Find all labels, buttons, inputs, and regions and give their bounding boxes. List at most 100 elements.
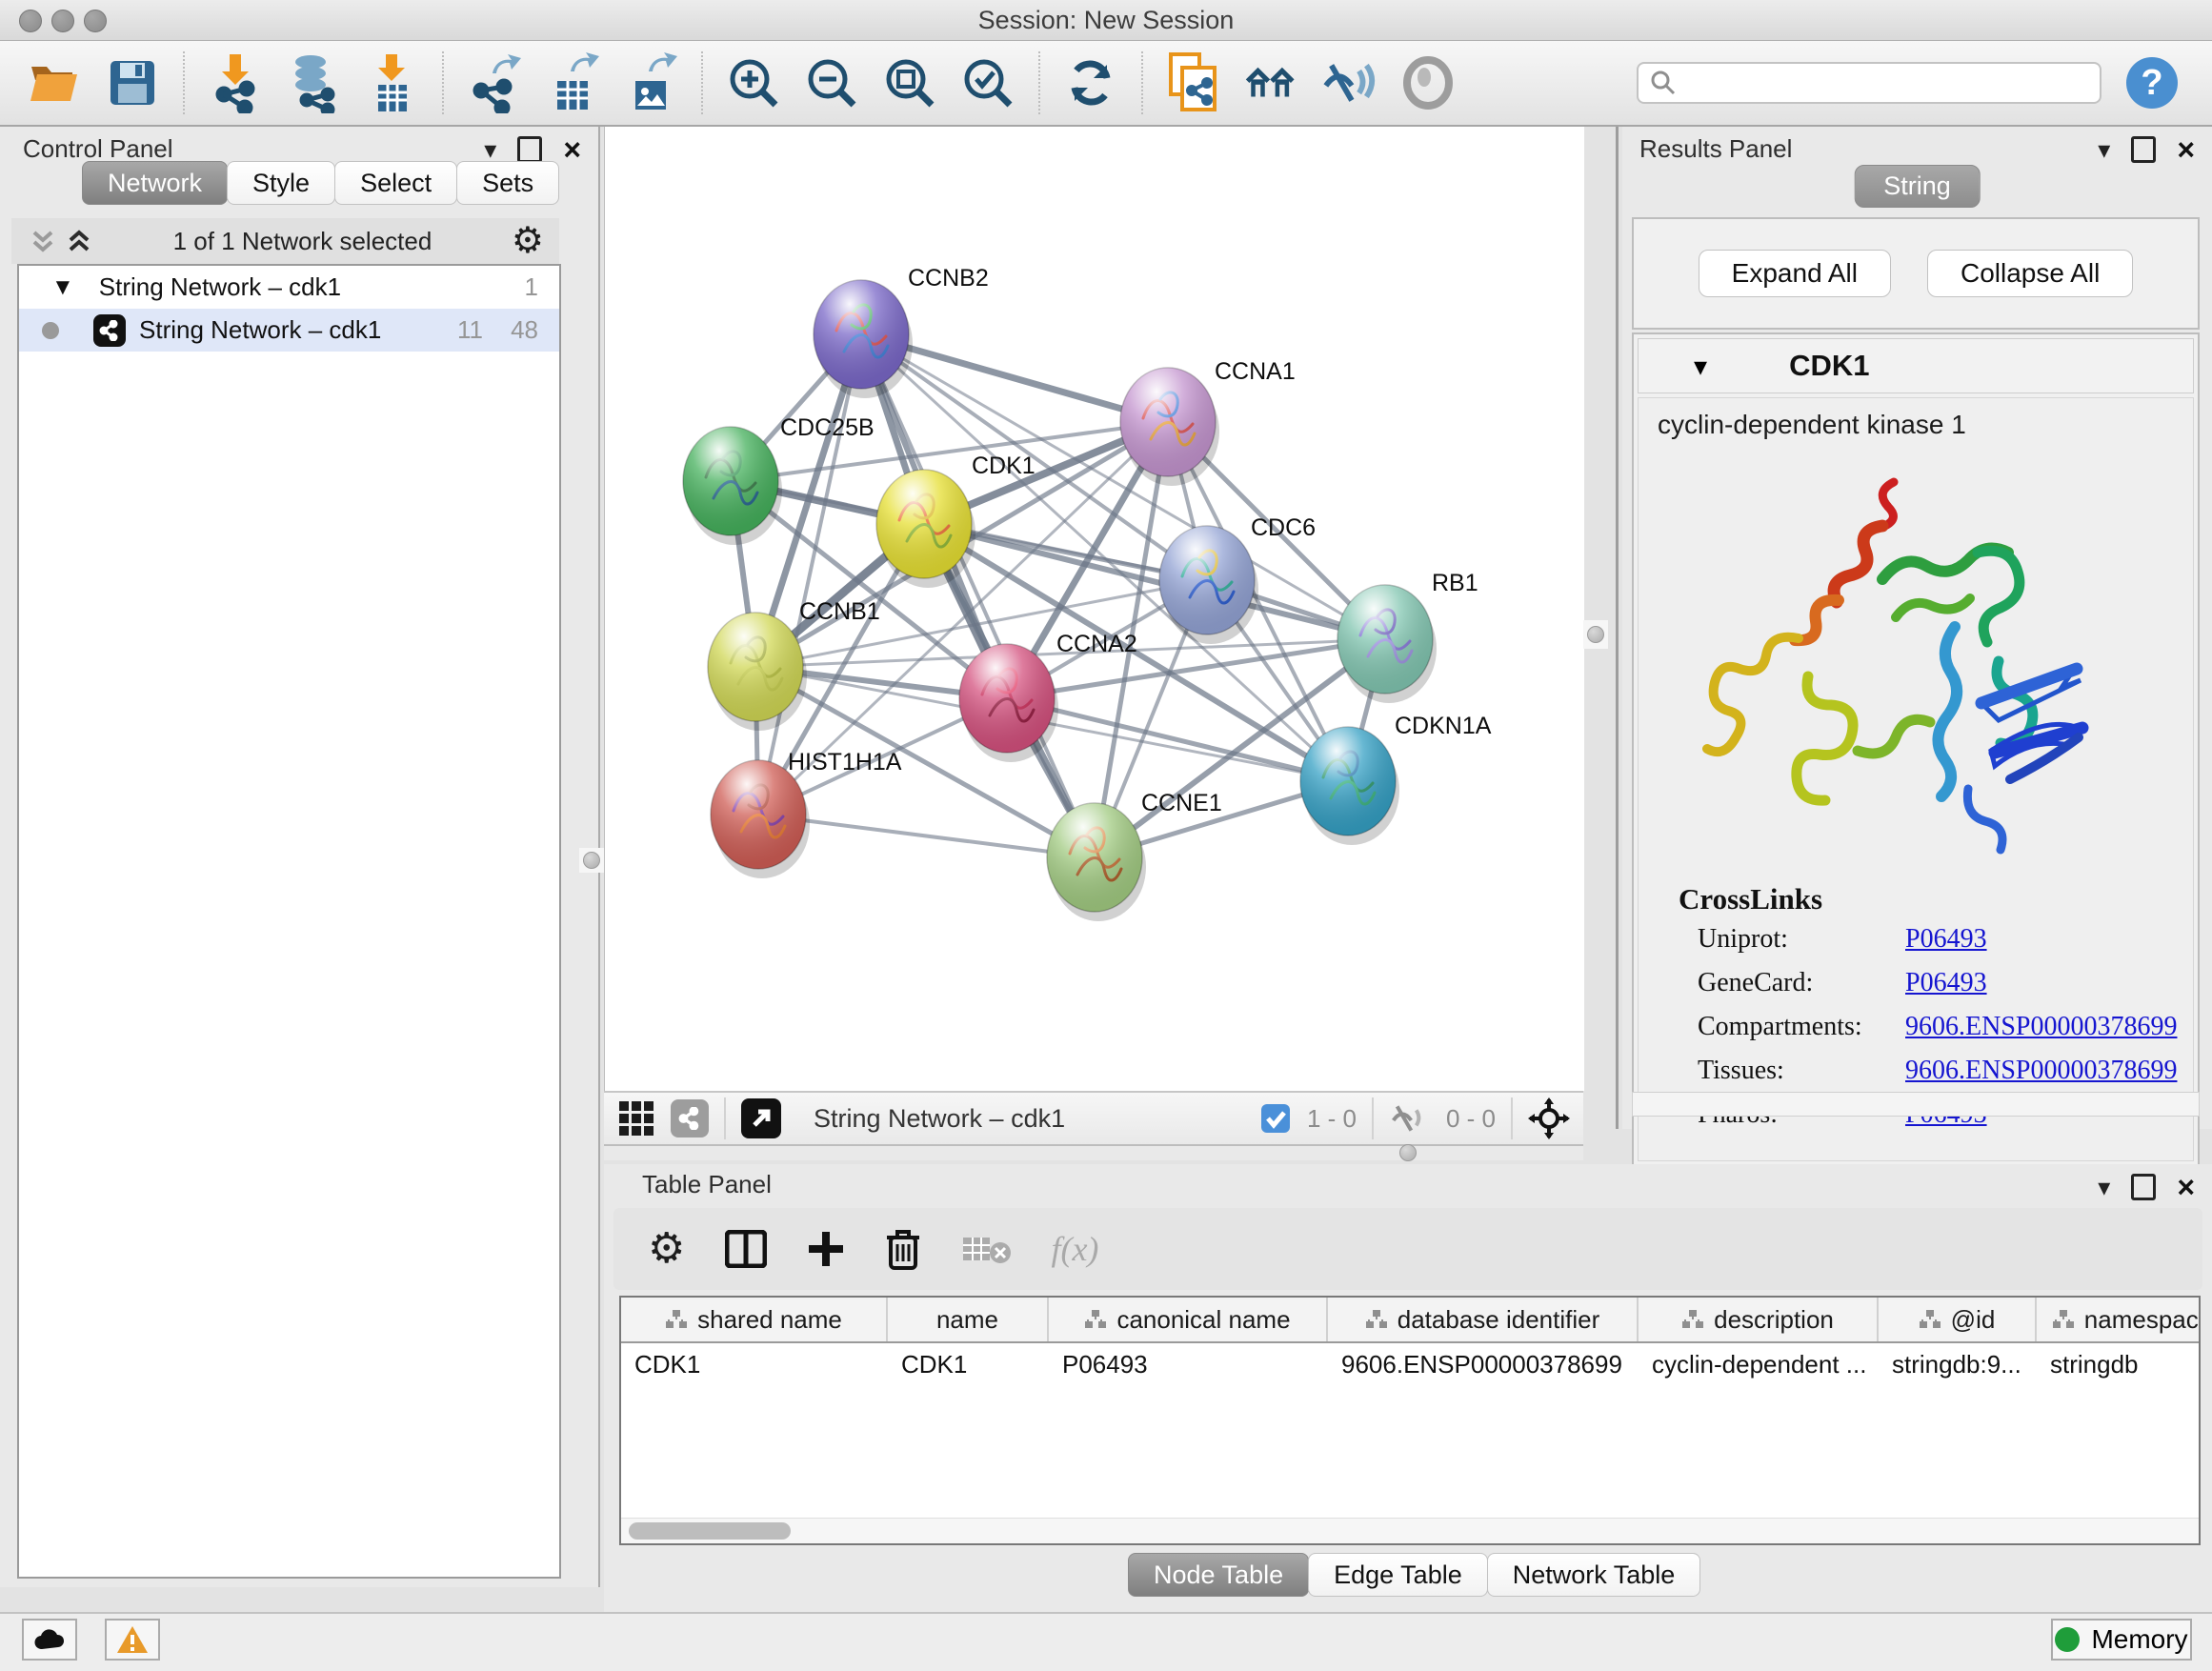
refresh-icon[interactable] [1063,52,1118,113]
zoom-fit-icon[interactable] [882,52,937,113]
crosslink-link[interactable]: 9606.ENSP00000378699 [1905,1012,2177,1042]
collapse-all-button[interactable]: Collapse All [1927,250,2133,297]
selected-checkbox-icon[interactable] [1259,1102,1292,1135]
network-node-rb1[interactable] [1337,585,1437,703]
birdseye-view-icon[interactable] [741,1098,781,1138]
control-panel-close-icon[interactable]: × [563,134,581,165]
network-options-gear-icon[interactable]: ⚙ [512,223,544,259]
gene-collapse-icon[interactable]: ▾ [1694,351,1707,382]
table-panel-close-icon[interactable]: × [2177,1172,2195,1202]
scrollbar-thumb[interactable] [629,1522,791,1540]
delete-column-icon[interactable] [885,1228,921,1270]
tree-expander-icon[interactable]: ▼ [51,274,74,301]
network-node-ccne1[interactable] [1047,803,1146,921]
results-scroll-strip[interactable] [1632,1092,2200,1117]
crosslink-link[interactable]: 9606.ENSP00000378699 [1905,1056,2177,1086]
column-header[interactable]: namespace [2037,1298,2201,1341]
search-input[interactable] [1684,68,2088,99]
show-columns-icon[interactable] [725,1230,767,1268]
crosslink-link[interactable]: P06493 [1905,924,1987,955]
left-splitter-handle[interactable] [579,848,604,873]
tab-select[interactable]: Select [334,161,457,205]
collapse-all-chevron-icon[interactable] [29,225,57,257]
crosslink-link[interactable]: P06493 [1905,968,1987,998]
collection-name: String Network – cdk1 [99,272,341,302]
network-node-cdkn1a[interactable] [1300,727,1399,845]
import-table-icon[interactable] [364,52,419,113]
memory-button[interactable]: Memory [2051,1619,2192,1661]
cloud-status-button[interactable] [22,1619,77,1661]
table-options-gear-icon[interactable]: ⚙ [648,1228,685,1270]
protein-structure-image [1696,465,2143,865]
tab-sets[interactable]: Sets [456,161,559,205]
fit-content-crosshair-icon[interactable] [1528,1097,1570,1139]
results-panel-collapse-icon[interactable]: ▾ [2098,137,2110,162]
string-homes-icon[interactable] [1244,52,1299,113]
results-panel: Results Panel ▾ × String Expand All Coll… [1622,127,2212,1129]
network-view: CCNB2CCNA1CDC25BCDK1CDC6RB1CCNB1CCNA2CDK… [604,127,1583,1160]
gene-header[interactable]: ▾ CDK1 [1638,338,2194,393]
export-image-icon[interactable] [623,52,678,113]
control-panel-float-icon[interactable] [517,136,542,163]
network-node-cdc25b[interactable] [683,427,782,545]
right-splitter-handle[interactable] [1583,620,1608,649]
hide-unhide-icon[interactable] [1322,52,1377,113]
search-field[interactable] [1637,62,2101,104]
expand-all-chevron-icon[interactable] [65,225,93,257]
tab-string[interactable]: String [1854,165,1981,208]
gray-lens-icon[interactable] [1400,52,1456,113]
tab-node-table[interactable]: Node Table [1128,1553,1309,1597]
add-column-icon[interactable] [807,1230,845,1268]
results-panel-close-icon[interactable]: × [2177,134,2195,165]
column-header[interactable]: database identifier [1328,1298,1639,1341]
column-header[interactable]: description [1639,1298,1879,1341]
tab-network[interactable]: Network [82,161,228,205]
column-header[interactable]: @id [1879,1298,2037,1341]
copy-style-icon[interactable] [1166,52,1221,113]
warnings-button[interactable] [105,1619,160,1661]
help-icon[interactable]: ? [2124,52,2180,113]
zoom-in-icon[interactable] [726,52,781,113]
expand-all-button[interactable]: Expand All [1699,250,1891,297]
network-node-ccnb2[interactable] [814,280,913,398]
import-network-icon[interactable] [208,52,263,113]
table-panel-float-icon[interactable] [2131,1174,2156,1200]
network-node-ccna1[interactable] [1120,368,1219,486]
export-table-icon[interactable] [545,52,600,113]
table-horizontal-scrollbar[interactable] [621,1518,2199,1543]
tab-style[interactable]: Style [227,161,335,205]
network-row-selected[interactable]: String Network – cdk1 11 48 [19,309,559,352]
node-label-cdk1: CDK1 [972,453,1036,479]
network-collection-row[interactable]: ▼ String Network – cdk1 1 [19,266,559,309]
string-network-icon [93,314,126,347]
tab-edge-table[interactable]: Edge Table [1308,1553,1488,1597]
column-header[interactable]: shared name [621,1298,888,1341]
title-bar: Session: New Session [0,0,2212,41]
table-row[interactable]: CDK1 CDK1 P06493 9606.ENSP00000378699 cy… [621,1343,2199,1386]
column-header[interactable]: name [888,1298,1049,1341]
save-icon[interactable] [105,52,160,113]
control-panel-collapse-icon[interactable]: ▾ [484,137,496,162]
export-network-icon[interactable] [467,52,522,113]
grid-view-icon[interactable] [617,1099,655,1137]
network-node-cdk1[interactable] [876,470,975,588]
network-canvas[interactable]: CCNB2CCNA1CDC25BCDK1CDC6RB1CCNB1CCNA2CDK… [604,127,1584,1091]
network-node-ccna2[interactable] [959,644,1058,762]
column-header[interactable]: canonical name [1049,1298,1328,1341]
function-builder-icon: f(x) [1051,1229,1098,1269]
results-panel-float-icon[interactable] [2131,136,2156,163]
network-node-cdc6[interactable] [1159,526,1258,644]
table-panel-collapse-icon[interactable]: ▾ [2098,1175,2110,1199]
tab-network-table[interactable]: Network Table [1487,1553,1701,1597]
node-table: shared name name canonical name database… [619,1296,2201,1545]
horizontal-splitter[interactable] [604,1146,1583,1160]
horizontal-splitter-handle[interactable] [1399,1144,1417,1161]
import-database-icon[interactable] [286,52,341,113]
node-label-ccna2: CCNA2 [1056,631,1137,657]
zoom-out-icon[interactable] [804,52,859,113]
column-type-icon [2052,1309,2075,1330]
open-folder-icon[interactable] [27,52,82,113]
share-view-icon[interactable] [671,1099,709,1137]
node-label-ccnb1: CCNB1 [799,598,880,625]
zoom-selected-icon[interactable] [960,52,1016,113]
